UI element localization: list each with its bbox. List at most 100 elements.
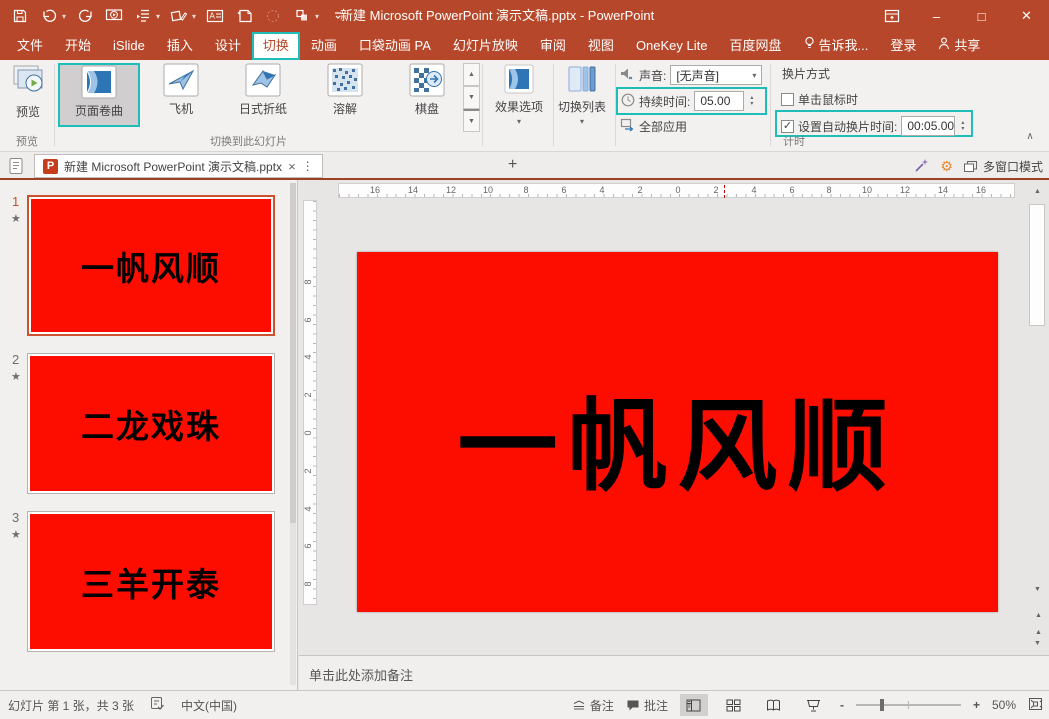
transition-airplane[interactable]: 飞机 <box>140 63 222 127</box>
auto-advance-spinner[interactable]: ▴▾ <box>961 120 964 132</box>
notes-pane[interactable]: 单击此处添加备注 <box>299 655 1049 690</box>
arrange-dropdown-caret[interactable]: ▾ <box>315 12 319 21</box>
tab-transitions[interactable]: 切换 <box>252 32 300 60</box>
document-list-icon[interactable] <box>8 157 24 180</box>
transition-dissolve[interactable]: 溶解 <box>304 63 386 127</box>
slide-2-transition-star[interactable]: ★ <box>11 370 27 383</box>
next-slide-button[interactable]: ▼▼ <box>1029 635 1046 652</box>
sound-row: 声音: [无声音] ▾ <box>620 65 762 85</box>
zoom-in-button[interactable]: + <box>973 698 980 712</box>
transition-page-curl[interactable]: 页面卷曲 <box>58 63 140 127</box>
spellcheck-icon[interactable] <box>150 696 165 714</box>
maximize-button[interactable]: □ <box>959 0 1004 32</box>
tab-slideshow[interactable]: 幻灯片放映 <box>442 32 529 60</box>
transition-list-button[interactable]: 切换列表 ▾ <box>551 63 613 143</box>
magic-wand-icon[interactable] <box>914 157 930 176</box>
slide-3-transition-star[interactable]: ★ <box>11 528 27 541</box>
language-status[interactable]: 中文(中国) <box>181 697 237 714</box>
transition-list-caret: ▾ <box>551 117 613 126</box>
tab-menu-icon[interactable]: ⋮ <box>302 159 314 173</box>
duration-spinner[interactable]: ▴▾ <box>750 95 753 107</box>
undo-dropdown-caret[interactable]: ▾ <box>62 12 66 21</box>
horizontal-ruler[interactable]: 16 14 12 10 8 6 4 2 0 2 4 6 8 10 12 14 1… <box>338 183 1015 198</box>
slide-title-text[interactable]: 一帆风顺 <box>458 365 898 510</box>
zoom-slider[interactable] <box>856 704 961 706</box>
slide-1-transition-star[interactable]: ★ <box>11 212 27 225</box>
preview-button[interactable]: 预览 <box>6 63 50 129</box>
reading-view-button[interactable] <box>760 694 788 716</box>
slide-sorter-view-button[interactable] <box>720 694 748 716</box>
auto-advance-time-input[interactable]: 00:05.00 <box>901 116 955 136</box>
document-tab[interactable]: P 新建 Microsoft PowerPoint 演示文稿.pptx × ⋮ <box>34 154 323 178</box>
apply-all-button[interactable]: 全部应用 <box>620 118 687 135</box>
tab-insert[interactable]: 插入 <box>156 32 204 60</box>
scroll-up-button[interactable]: ▲ <box>1029 183 1046 200</box>
zoom-level[interactable]: 50% <box>992 698 1016 712</box>
effect-options-button[interactable]: 效果选项 ▾ <box>486 63 552 143</box>
normal-view-button[interactable] <box>680 694 708 716</box>
slideshow-view-button[interactable] <box>800 694 828 716</box>
sound-value: [无声音] <box>676 67 719 84</box>
undo-icon[interactable] <box>39 6 59 26</box>
close-button[interactable]: ✕ <box>1004 0 1049 32</box>
gallery-scroll-up-button[interactable]: ▲ <box>463 63 480 86</box>
save-icon[interactable] <box>10 6 30 26</box>
tab-share[interactable]: 共享 <box>927 32 991 60</box>
transition-checkerboard[interactable]: 棋盘 <box>386 63 468 127</box>
on-mouse-click-option[interactable]: 单击鼠标时 <box>781 91 858 108</box>
on-mouse-click-checkbox[interactable] <box>781 93 794 106</box>
tab-onekey-lite[interactable]: OneKey Lite <box>625 32 719 60</box>
text-format-icon[interactable]: A <box>205 6 225 26</box>
tab-close-icon[interactable]: × <box>288 159 296 174</box>
gallery-scroll-down-button[interactable]: ▼ <box>463 86 480 109</box>
previous-slide-button[interactable]: ▲▲ <box>1029 607 1046 624</box>
zoom-slider-thumb[interactable] <box>880 699 884 711</box>
ribbon-display-options-button[interactable] <box>869 0 914 32</box>
tab-design[interactable]: 设计 <box>204 32 252 60</box>
tab-view[interactable]: 视图 <box>577 32 625 60</box>
tab-tell-me[interactable]: 告诉我... <box>793 32 880 60</box>
draw-shape-dropdown-caret[interactable]: ▾ <box>192 12 196 21</box>
scroll-down-button[interactable]: ▼ <box>1029 581 1046 598</box>
arrange-objects-icon[interactable] <box>292 6 312 26</box>
outline-dropdown-caret[interactable]: ▾ <box>156 12 160 21</box>
duration-input[interactable]: 05.00 <box>694 91 744 111</box>
slide-count-status[interactable]: 幻灯片 第 1 张，共 3 张 <box>8 697 134 714</box>
tab-baidu-netdisk[interactable]: 百度网盘 <box>718 32 792 60</box>
redo-icon[interactable] <box>75 6 95 26</box>
slide-2-thumbnail[interactable]: 二龙戏珠 <box>27 353 275 494</box>
tab-review[interactable]: 审阅 <box>529 32 577 60</box>
new-tab-button[interactable]: + <box>508 156 517 174</box>
tab-sign-in[interactable]: 登录 <box>879 32 927 60</box>
vertical-ruler[interactable]: 8 6 4 2 0 2 4 6 8 <box>303 200 317 605</box>
vertical-scrollbar[interactable]: ▲ ▼ ▲▲ ▼▼ <box>1029 183 1046 200</box>
fit-to-window-button[interactable] <box>1028 697 1043 714</box>
zoom-out-button[interactable]: - <box>840 698 844 712</box>
start-slideshow-icon[interactable] <box>104 6 124 26</box>
tab-file[interactable]: 文件 <box>6 32 54 60</box>
slide-3-thumbnail[interactable]: 三羊开泰 <box>27 511 275 652</box>
panel-scrollbar-thumb[interactable] <box>290 183 296 523</box>
tab-animations[interactable]: 动画 <box>300 32 348 60</box>
new-slide-icon[interactable] <box>234 6 254 26</box>
tab-home[interactable]: 开始 <box>54 32 102 60</box>
sound-dropdown[interactable]: [无声音] ▾ <box>670 65 762 85</box>
auto-advance-checkbox[interactable]: ✓ <box>781 120 794 133</box>
slide-1-thumbnail[interactable]: 一帆风顺 <box>27 195 275 336</box>
tab-pocket-animation[interactable]: 口袋动画 PA <box>348 32 442 60</box>
gallery-more-button[interactable]: ▼ <box>463 109 480 132</box>
comments-toggle-button[interactable]: 批注 <box>626 697 668 714</box>
draw-shape-icon[interactable] <box>169 6 189 26</box>
notes-toggle-button[interactable]: 备注 <box>572 697 614 714</box>
scrollbar-thumb[interactable] <box>1029 204 1045 326</box>
tab-islide[interactable]: iSlide <box>102 32 156 60</box>
outline-icon[interactable] <box>133 6 153 26</box>
multi-window-mode-button[interactable]: 多窗口模式 <box>963 158 1043 175</box>
settings-gear-icon[interactable]: ⚙ <box>940 158 953 175</box>
minimize-button[interactable]: – <box>914 0 959 32</box>
panel-scrollbar[interactable] <box>290 183 296 685</box>
transition-origami[interactable]: 日式折纸 <box>222 63 304 127</box>
collapse-ribbon-button[interactable]: ∧ <box>1019 131 1041 147</box>
slide-canvas[interactable]: 一帆风顺 <box>357 252 998 612</box>
notes-placeholder[interactable]: 单击此处添加备注 <box>309 665 413 684</box>
